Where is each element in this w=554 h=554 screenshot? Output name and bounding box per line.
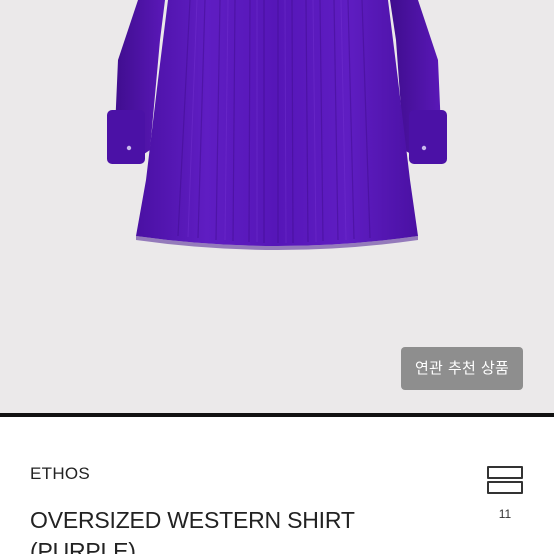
related-products-button[interactable]: 연관 추천 상품: [401, 347, 523, 390]
product-page: 연관 추천 상품 ETHOS OVERSIZED WESTERN SHIRT (…: [0, 0, 554, 554]
product-title: OVERSIZED WESTERN SHIRT (PURPLE): [30, 507, 355, 554]
list-view-icon-top-bar: [487, 466, 523, 479]
list-view-icon-bottom-bar: [487, 481, 523, 494]
product-info: ETHOS OVERSIZED WESTERN SHIRT (PURPLE) 1…: [0, 417, 554, 554]
list-count: 11: [498, 507, 512, 521]
list-view-icon: [487, 466, 523, 495]
list-view-button[interactable]: 11: [487, 466, 523, 526]
brand-name[interactable]: ETHOS: [30, 464, 90, 484]
